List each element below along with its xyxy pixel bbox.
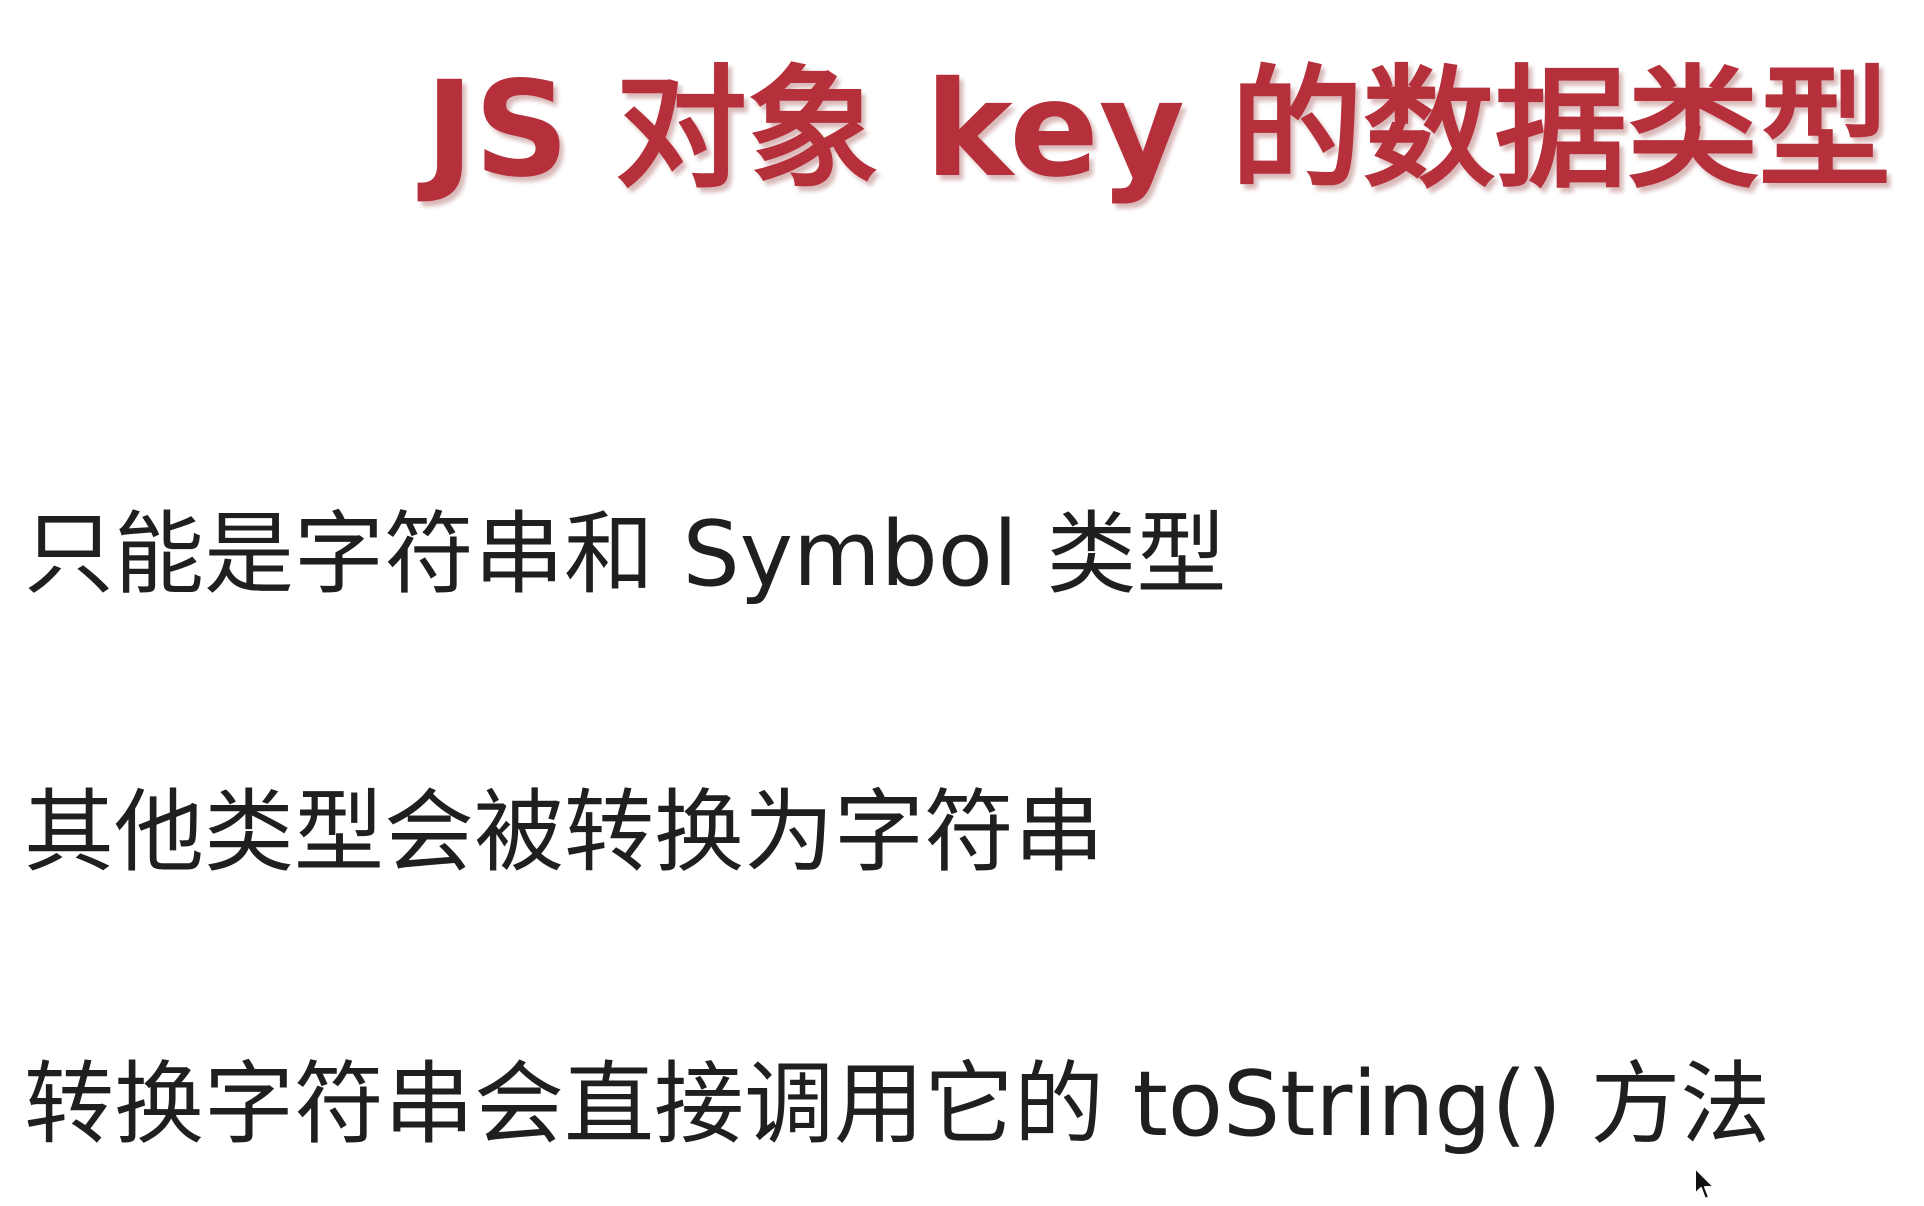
bullet-item-1: 只能是字符串和 Symbol 类型 xyxy=(24,502,1227,607)
slide: JS 对象 key 的数据类型 只能是字符串和 Symbol 类型 其他类型会被… xyxy=(0,0,1924,1206)
slide-title: JS 对象 key 的数据类型 xyxy=(425,53,1891,207)
mouse-pointer-icon xyxy=(1694,1167,1715,1200)
bullet-item-3: 转换字符串会直接调用它的 toString() 方法 xyxy=(24,1052,1771,1157)
bullet-item-2: 其他类型会被转换为字符串 xyxy=(24,780,1104,885)
